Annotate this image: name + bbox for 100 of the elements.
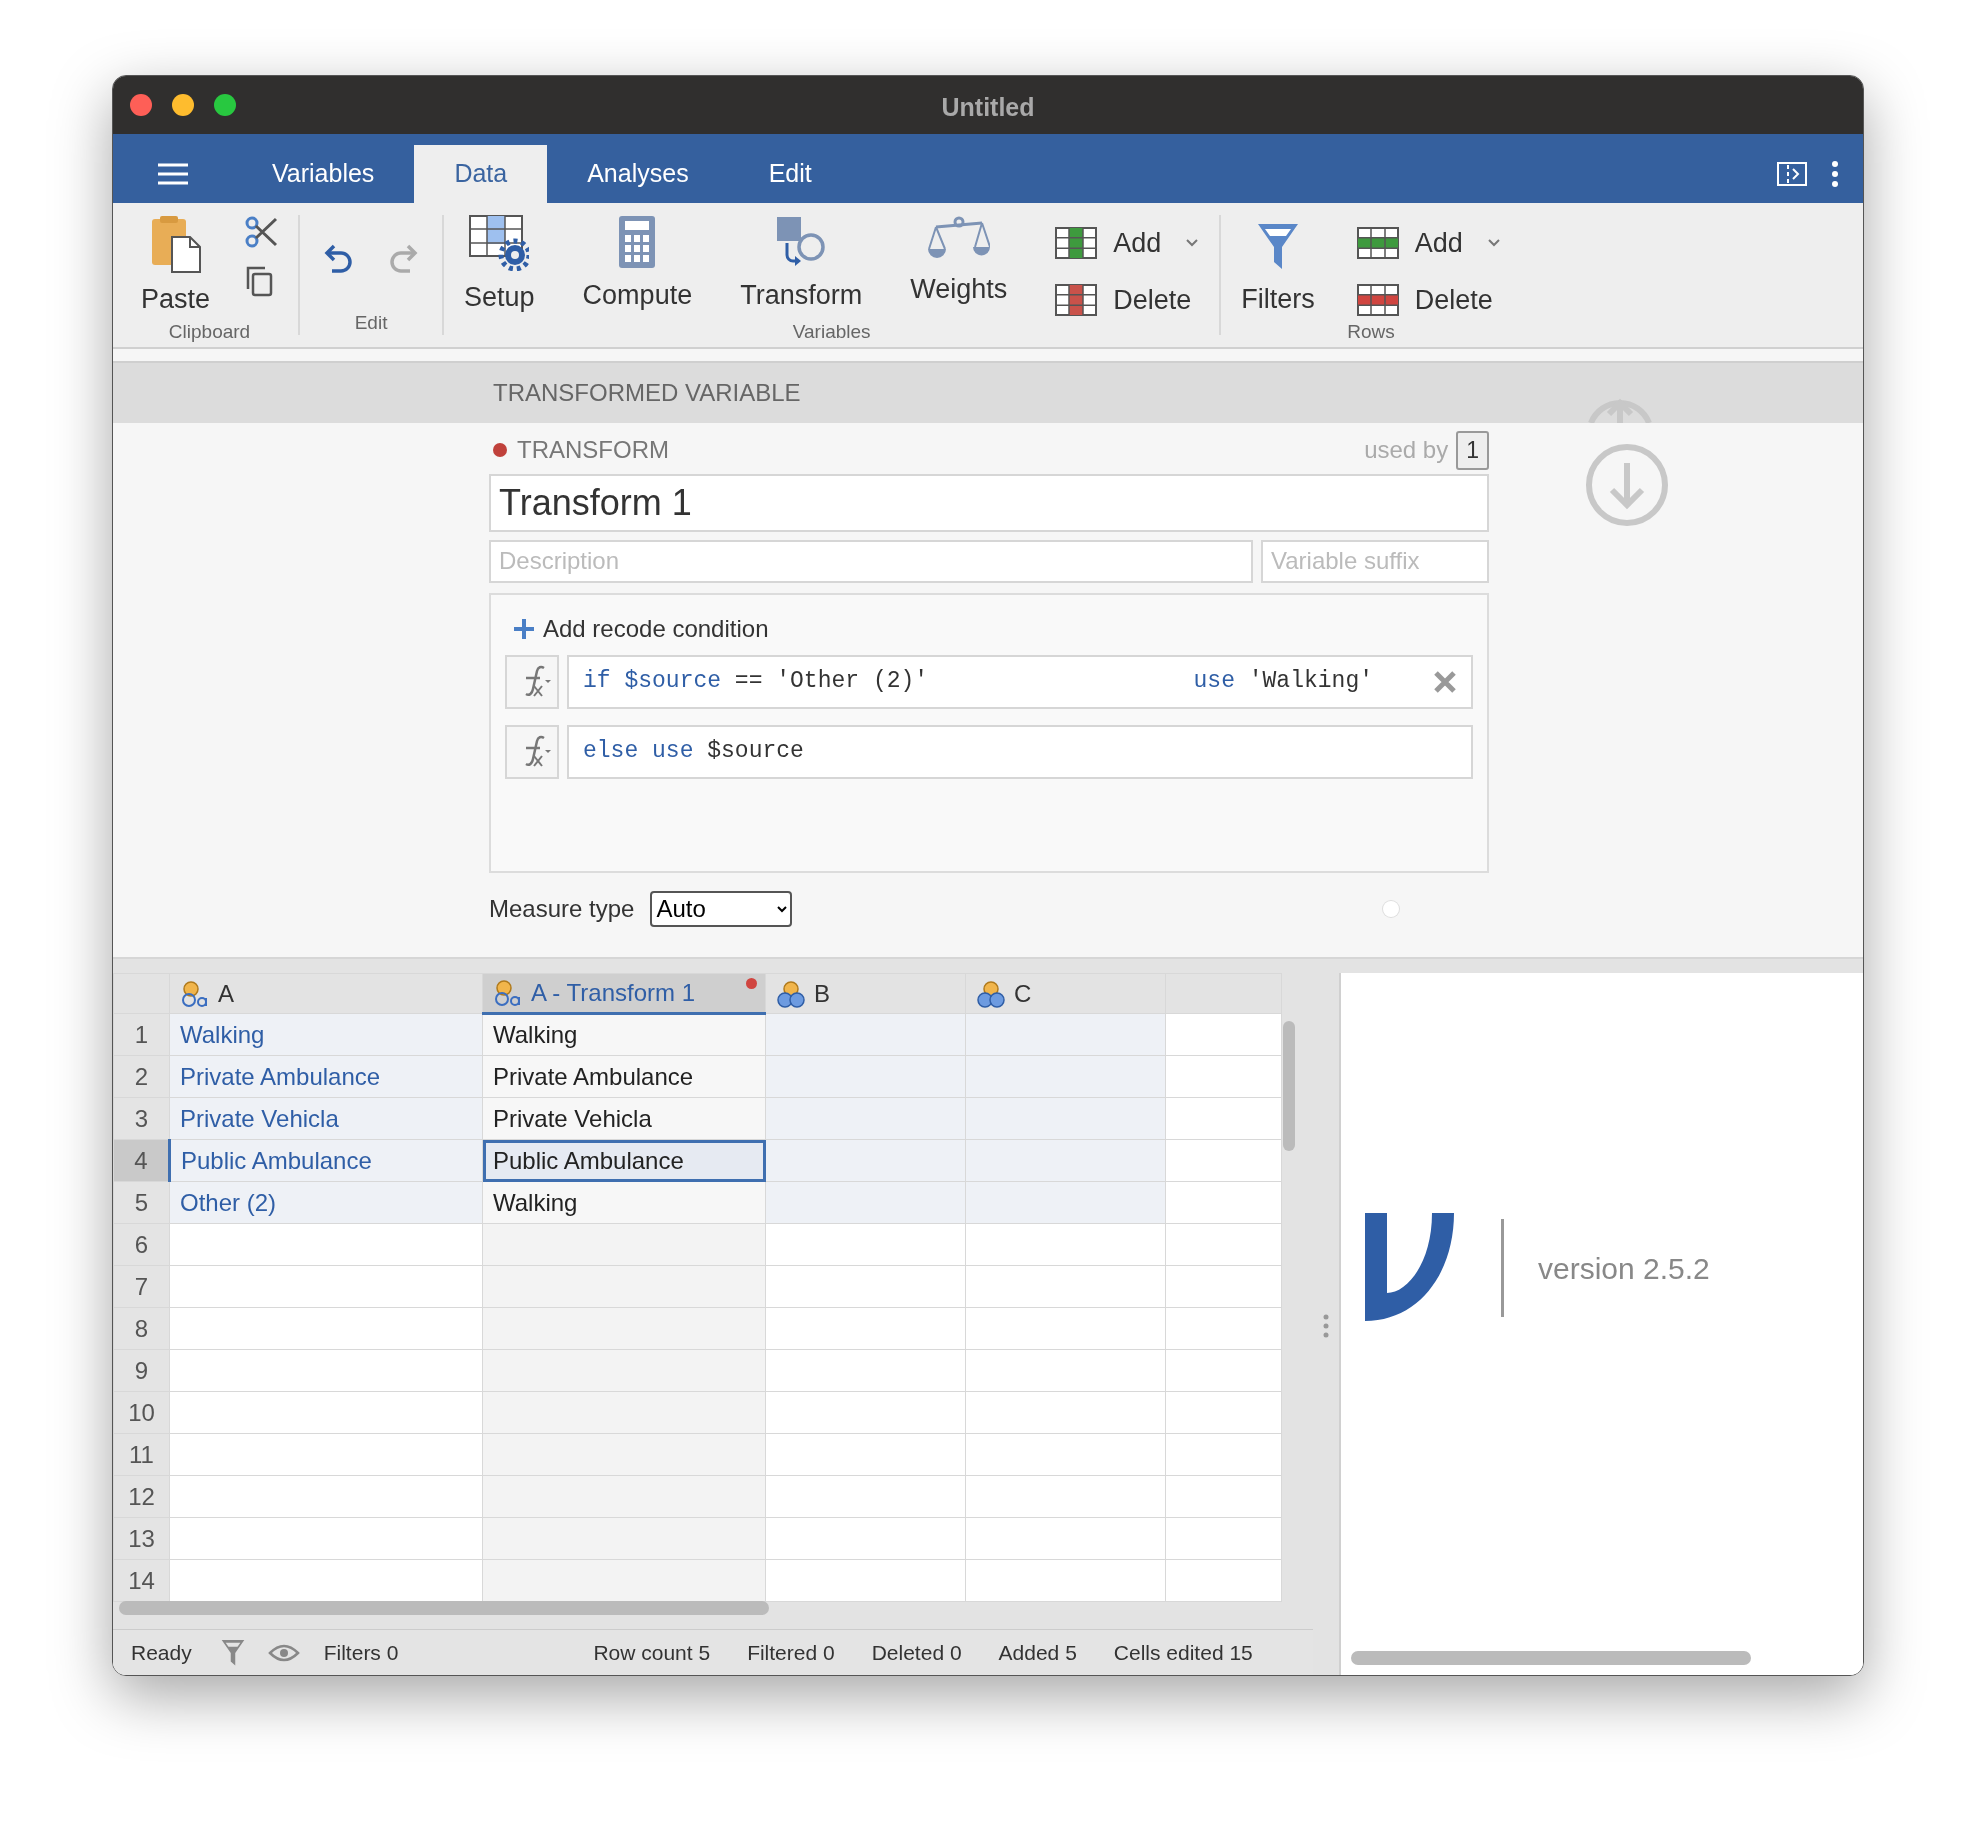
group-label: Variables [792,320,871,344]
column-add-icon [1055,227,1098,260]
calculator-icon [617,215,658,269]
code-expression[interactable]: use 'Walking' [1193,664,1373,699]
suffix-field[interactable]: Variable suffix [1261,539,1489,583]
row-number[interactable]: 7 [113,1265,170,1308]
status-text: Deleted 0 [871,1639,962,1666]
row-number[interactable]: 14 [113,1559,170,1602]
row-delete-icon [1356,283,1399,316]
paste-icon [149,215,202,273]
version-text: version 2.5.2 [1538,1250,1710,1287]
tab[interactable]: Edit [728,145,852,203]
nominal-variable-icon [976,979,1006,1008]
table-cell[interactable]: Public Ambulance [482,1139,766,1182]
column-header[interactable]: B [814,975,830,1012]
table-cell[interactable]: Private Ambulance [482,1055,766,1098]
column-delete-icon [1055,283,1098,316]
ribbon-button[interactable]: Add [1356,223,1463,264]
status-text: Filtered 0 [747,1639,835,1666]
row-number[interactable]: 2 [113,1055,170,1098]
group-label: Clipboard [168,319,251,344]
name-field[interactable]: Transform 1 [489,473,1489,532]
table-cell[interactable]: Other (2) [169,1181,483,1224]
table-cell[interactable]: Walking [482,1181,766,1224]
row-number[interactable]: 11 [113,1433,170,1476]
group-label: Edit [354,311,388,335]
function-button[interactable] [505,724,559,779]
row-number[interactable]: 3 [113,1097,170,1140]
ribbon-button[interactable]: Delete [1055,279,1192,320]
tab[interactable]: Variables [232,145,415,203]
column-header[interactable]: C [1014,975,1032,1012]
filter-icon[interactable] [219,1637,246,1668]
caret-icon[interactable] [1185,238,1200,249]
ribbon-button[interactable]: Weights [910,215,1008,310]
row-number[interactable]: 8 [113,1307,170,1350]
table-cell[interactable]: Walking [169,1013,483,1056]
row-number[interactable]: 5 [113,1181,170,1224]
window-control-icon[interactable] [130,94,152,116]
section-title: TRANSFORM [517,435,669,466]
add-condition-button[interactable]: Add recode condition [513,610,769,647]
square-circle-icon [775,215,828,269]
ribbon-button[interactable]: Paste [141,215,211,320]
group-label: Rows [1347,320,1395,344]
ribbon-button[interactable]: Transform [740,215,863,316]
close-icon[interactable] [1433,669,1457,694]
section-header: TRANSFORMED VARIABLE [493,378,801,408]
status-dot [493,443,507,458]
row-number[interactable]: 4 [113,1139,170,1182]
text-variable-icon [180,979,210,1008]
ribbon-button[interactable]: Compute [582,215,693,316]
column-header[interactable]: A [218,975,234,1012]
description-field[interactable]: Description [489,539,1253,583]
handle-dot[interactable] [1383,900,1399,917]
scissors-icon[interactable] [244,215,279,249]
ribbon-button[interactable]: Delete [1356,279,1493,320]
caret-icon[interactable] [1486,238,1501,249]
ribbon-button[interactable]: Setup [464,215,535,318]
table-cell[interactable]: Private Ambulance [169,1055,483,1098]
table-cell[interactable]: Private Vehicla [169,1097,483,1140]
splitter-handle-icon[interactable] [1323,1314,1329,1338]
table-cell[interactable]: Walking [482,1013,766,1056]
text-variable-icon [493,979,523,1007]
row-number[interactable]: 12 [113,1475,170,1518]
window-control-icon[interactable] [172,94,194,116]
horizontal-scrollbar[interactable] [119,1601,769,1615]
row-add-icon [1356,227,1399,260]
function-button[interactable] [505,654,559,709]
vertical-scrollbar[interactable] [1283,1021,1295,1151]
logo-icon [1365,1213,1455,1323]
measure-type-select[interactable]: Auto [650,890,793,927]
row-number[interactable]: 6 [113,1223,170,1266]
status-text: Added 5 [998,1639,1077,1666]
grid-gear-icon [469,215,530,271]
tab[interactable]: Data [414,145,548,203]
more-options-icon[interactable] [1831,161,1839,187]
row-number[interactable]: 9 [113,1349,170,1392]
window-title: Untitled [941,92,1035,123]
code-expression[interactable]: else use $source [583,734,804,769]
measure-type-label: Measure type [489,893,635,924]
table-cell[interactable]: Public Ambulance [169,1139,483,1182]
row-number[interactable]: 1 [113,1013,170,1056]
panel-toggle-icon[interactable] [1777,162,1807,186]
status-text: Cells edited 15 [1113,1639,1253,1666]
ribbon-button[interactable]: Filters [1241,221,1315,320]
row-number[interactable]: 10 [113,1391,170,1434]
code-expression[interactable]: if $source == 'Other (2)' [583,664,929,699]
window-control-icon[interactable] [214,94,236,116]
menu-icon [157,163,188,185]
ribbon-button[interactable]: Add [1055,223,1162,264]
tab[interactable]: Analyses [547,145,729,203]
used-by-count[interactable]: 1 [1456,431,1489,470]
row-number[interactable]: 13 [113,1517,170,1560]
table-cell[interactable]: Private Vehicla [482,1097,766,1140]
horizontal-scrollbar[interactable] [1351,1651,1751,1665]
used-by-label: used by [1364,435,1449,466]
copy-icon[interactable] [244,265,275,297]
nominal-variable-icon [776,979,806,1008]
eye-icon[interactable] [267,1642,300,1663]
status-text: Filters 0 [323,1639,399,1666]
plus-icon [513,617,535,640]
